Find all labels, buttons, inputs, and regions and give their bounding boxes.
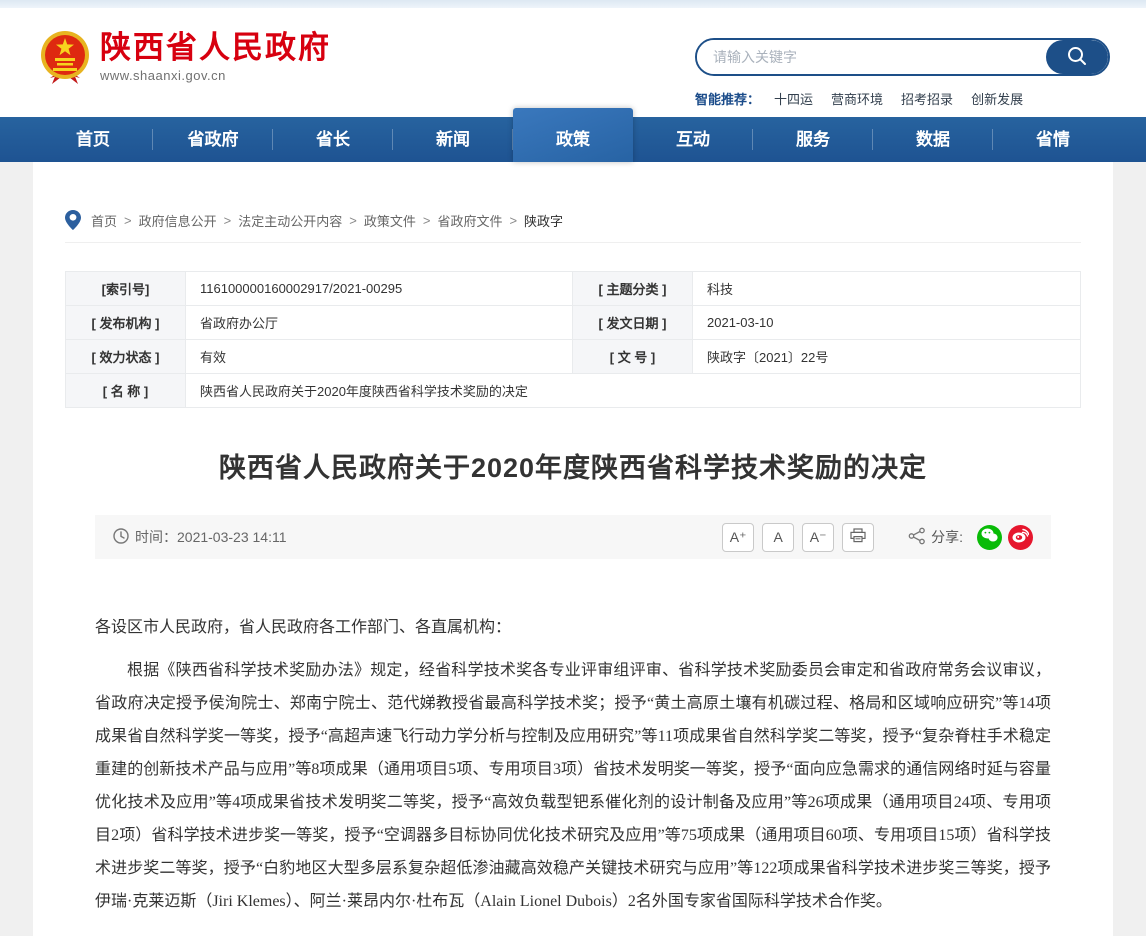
share-label: 分享: <box>931 527 963 547</box>
table-row: [ 效力状态 ] 有效 [ 文 号 ] 陕政字〔2021〕22号 <box>66 340 1081 374</box>
nav-item-provincial-gov[interactable]: 省政府 <box>153 117 273 162</box>
search-button[interactable] <box>1046 40 1108 74</box>
time-value: 2021-03-23 14:11 <box>177 529 287 545</box>
meta-value-issue-date: 2021-03-10 <box>693 306 1081 340</box>
article-salutation: 各设区市人民政府，省人民政府各工作部门、各直属机构： <box>95 611 1051 644</box>
meta-label-validity: [ 效力状态 ] <box>66 340 186 374</box>
page-title: 陕西省人民政府关于2020年度陕西省科学技术奖励的决定 <box>33 446 1113 485</box>
search-box <box>695 38 1110 76</box>
nav-item-policy[interactable]: 政策 <box>513 108 633 162</box>
font-larger-button[interactable]: A⁺ <box>722 523 754 552</box>
nav-item-governor[interactable]: 省长 <box>273 117 393 162</box>
site-header: 陕西省人民政府 www.shaanxi.gov.cn 智能推荐： <box>0 8 1146 117</box>
meta-label-doc-number: [ 文 号 ] <box>573 340 693 374</box>
crumb-current: 陕政字 <box>524 211 563 230</box>
smart-recommend-label: 智能推荐： <box>695 89 760 108</box>
smart-recommend: 智能推荐： 十四运 营商环境 招考招录 创新发展 <box>695 89 1110 108</box>
article-body: 各设区市人民政府，省人民政府各工作部门、各直属机构： 根据《陕西省科学技术奖励办… <box>95 611 1051 918</box>
publish-time: 时间： 2021-03-23 14:11 <box>113 527 287 547</box>
breadcrumb: 首页 > 政府信息公开 > 法定主动公开内容 > 政策文件 > 省政府文件 > … <box>65 162 1081 243</box>
weibo-share-button[interactable] <box>1008 525 1033 550</box>
meta-label-issuer: [ 发布机构 ] <box>66 306 186 340</box>
top-accent-line <box>0 0 1146 8</box>
print-button[interactable] <box>842 523 874 552</box>
nav-item-home[interactable]: 首页 <box>33 117 153 162</box>
font-normal-button[interactable]: A <box>762 523 794 552</box>
crumb-info-disclosure[interactable]: 政府信息公开 <box>139 211 217 230</box>
nav-item-news[interactable]: 新闻 <box>393 117 513 162</box>
article-paragraph: 根据《陕西省科学技术奖励办法》规定，经省科学技术奖各专业评审组评审、省科学技术奖… <box>95 654 1051 918</box>
meta-label-title: [ 名 称 ] <box>66 374 186 408</box>
hot-link-shisiyun[interactable]: 十四运 <box>774 89 813 108</box>
meta-label-index: [索引号] <box>66 272 186 306</box>
crumb-policy-docs[interactable]: 政策文件 <box>364 211 416 230</box>
printer-icon <box>850 530 866 546</box>
site-name: 陕西省人民政府 <box>100 30 331 66</box>
font-smaller-button[interactable]: A⁻ <box>802 523 834 552</box>
national-emblem-icon <box>38 30 92 93</box>
share-group: 分享: <box>908 525 1033 550</box>
weibo-icon <box>1012 528 1029 546</box>
meta-label-issue-date: [ 发文日期 ] <box>573 306 693 340</box>
nav-item-province-info[interactable]: 省情 <box>993 117 1113 162</box>
table-row: [ 名 称 ] 陕西省人民政府关于2020年度陕西省科学技术奖励的决定 <box>66 374 1081 408</box>
nav-item-data[interactable]: 数据 <box>873 117 993 162</box>
meta-value-issuer: 省政府办公厅 <box>186 306 573 340</box>
meta-value-topic: 科技 <box>693 272 1081 306</box>
crumb-statutory-content[interactable]: 法定主动公开内容 <box>238 211 342 230</box>
crumb-home[interactable]: 首页 <box>91 211 117 230</box>
meta-value-doc-number: 陕政字〔2021〕22号 <box>693 340 1081 374</box>
search-input[interactable] <box>697 40 1046 74</box>
crumb-separator: > <box>349 213 357 228</box>
meta-value-title: 陕西省人民政府关于2020年度陕西省科学技术奖励的决定 <box>186 374 1081 408</box>
crumb-separator: > <box>124 213 132 228</box>
site-url: www.shaanxi.gov.cn <box>100 68 331 83</box>
crumb-separator: > <box>509 213 517 228</box>
nav-item-services[interactable]: 服务 <box>753 117 873 162</box>
location-pin-icon <box>65 210 81 230</box>
meta-label-topic: [ 主题分类 ] <box>573 272 693 306</box>
content-card: 首页 > 政府信息公开 > 法定主动公开内容 > 政策文件 > 省政府文件 > … <box>33 162 1113 936</box>
share-icon <box>908 527 926 548</box>
meta-value-validity: 有效 <box>186 340 573 374</box>
wechat-share-button[interactable] <box>977 525 1002 550</box>
document-meta-table: [索引号] 116100000160002917/2021-00295 [ 主题… <box>65 271 1081 408</box>
crumb-separator: > <box>423 213 431 228</box>
crumb-gov-docs[interactable]: 省政府文件 <box>437 211 502 230</box>
article-info-bar: 时间： 2021-03-23 14:11 A⁺ A A⁻ <box>95 515 1051 559</box>
hot-link-chuangxin[interactable]: 创新发展 <box>971 89 1023 108</box>
table-row: [索引号] 116100000160002917/2021-00295 [ 主题… <box>66 272 1081 306</box>
meta-value-index: 116100000160002917/2021-00295 <box>186 272 573 306</box>
site-logo[interactable]: 陕西省人民政府 www.shaanxi.gov.cn <box>38 30 331 93</box>
nav-item-interaction[interactable]: 互动 <box>633 117 753 162</box>
wechat-icon <box>981 528 998 546</box>
main-nav: 首页 省政府 省长 新闻 政策 互动 服务 数据 省情 <box>0 117 1146 162</box>
crumb-separator: > <box>224 213 232 228</box>
hot-link-yingshang[interactable]: 营商环境 <box>831 89 883 108</box>
table-row: [ 发布机构 ] 省政府办公厅 [ 发文日期 ] 2021-03-10 <box>66 306 1081 340</box>
clock-icon <box>113 528 135 547</box>
time-label: 时间： <box>135 527 177 547</box>
hot-link-zhaokao[interactable]: 招考招录 <box>901 89 953 108</box>
search-icon <box>1066 45 1088 70</box>
